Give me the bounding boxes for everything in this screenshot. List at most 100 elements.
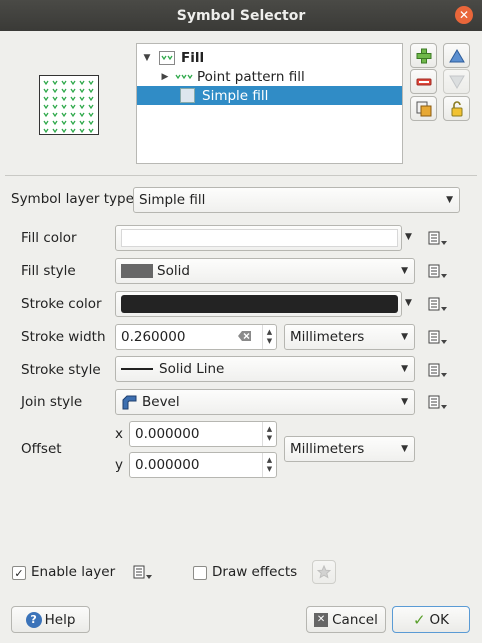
data-defined-icon xyxy=(428,395,447,409)
chevron-down-icon: ▼ xyxy=(446,195,453,205)
join-style-combo[interactable]: Bevel ▼ xyxy=(115,389,415,415)
chevron-down-icon: ▼ xyxy=(401,397,408,407)
draw-effects-label: Draw effects xyxy=(212,564,298,580)
move-down-button[interactable] xyxy=(443,69,470,94)
fill-color-button[interactable] xyxy=(115,225,402,251)
pattern-marker xyxy=(61,88,67,94)
lock-layer-button[interactable] xyxy=(443,96,470,121)
lock-icon xyxy=(451,100,462,116)
tree-root-fill[interactable]: ▼ Fill xyxy=(137,48,402,67)
stroke-width-unit-combo[interactable]: Millimeters ▼ xyxy=(284,324,415,350)
offset-label: Offset xyxy=(21,441,62,457)
pattern-marker xyxy=(88,96,94,102)
offset-x-spinbox[interactable]: 0.000000 ▲ ▼ xyxy=(129,421,277,447)
help-button[interactable]: ? Help xyxy=(11,606,90,633)
spin-arrows-icon[interactable]: ▲ ▼ xyxy=(262,453,276,477)
pattern-marker xyxy=(43,128,49,134)
pattern-marker xyxy=(61,128,67,134)
checkmark-icon: ✓ xyxy=(412,610,426,629)
pattern-marker xyxy=(70,80,76,86)
offset-y-spinbox[interactable]: 0.000000 ▲ ▼ xyxy=(129,452,277,478)
offset-x-label: x xyxy=(115,426,123,442)
chevron-down-icon: ▼ xyxy=(401,444,408,454)
chevron-down-icon: ▼ xyxy=(401,266,408,276)
stroke-color-button[interactable] xyxy=(115,291,402,317)
expand-arrow-icon[interactable]: ▼ xyxy=(141,53,153,63)
enable-layer-data-defined-button[interactable] xyxy=(132,564,154,582)
pattern-marker xyxy=(70,120,76,126)
spin-arrows-icon[interactable]: ▲ ▼ xyxy=(262,422,276,446)
stroke-color-dropdown-icon[interactable]: ▼ xyxy=(405,298,412,308)
fill-style-combo[interactable]: Solid ▼ xyxy=(115,258,415,284)
pattern-marker xyxy=(79,96,85,102)
symbol-layer-type-combo[interactable]: Simple fill ▼ xyxy=(133,187,460,213)
expand-arrow-icon[interactable]: ▶ xyxy=(159,72,171,82)
duplicate-layer-button[interactable] xyxy=(410,96,437,121)
stroke-width-data-defined-button[interactable] xyxy=(427,329,449,347)
data-defined-icon xyxy=(428,297,447,311)
pattern-marker xyxy=(70,104,76,110)
stroke-color-data-defined-button[interactable] xyxy=(427,296,449,314)
bevel-join-icon xyxy=(121,394,137,410)
offset-unit-combo[interactable]: Millimeters ▼ xyxy=(284,436,415,462)
solid-line-icon xyxy=(121,368,153,370)
pattern-marker xyxy=(61,112,67,118)
close-icon[interactable]: ✕ xyxy=(455,6,473,24)
move-up-icon xyxy=(448,48,465,62)
pattern-marker xyxy=(52,112,58,118)
move-up-button[interactable] xyxy=(443,43,470,68)
pattern-marker xyxy=(52,104,58,110)
tree-item-simple-fill[interactable]: Simple fill xyxy=(137,86,402,105)
fill-style-data-defined-button[interactable] xyxy=(427,263,449,281)
cancel-icon: ✕ xyxy=(314,612,329,627)
tree-root-label: Fill xyxy=(181,49,205,66)
pattern-marker xyxy=(52,88,58,94)
divider xyxy=(5,175,477,176)
stroke-style-combo[interactable]: Solid Line ▼ xyxy=(115,356,415,382)
point-pattern-icon xyxy=(175,73,193,81)
pattern-marker xyxy=(43,104,49,110)
pattern-marker xyxy=(88,112,94,118)
duplicate-layer-icon xyxy=(416,101,431,116)
pattern-marker xyxy=(61,80,67,86)
pattern-marker xyxy=(79,128,85,134)
pattern-marker xyxy=(70,112,76,118)
data-defined-icon xyxy=(428,330,447,344)
pattern-marker xyxy=(88,104,94,110)
add-layer-button[interactable] xyxy=(410,43,437,68)
help-label: Help xyxy=(44,611,76,628)
symbol-layer-tree[interactable]: ▼ Fill ▶ Point pattern fill Simple fill xyxy=(136,43,403,164)
data-defined-icon xyxy=(133,565,152,579)
chevron-down-icon: ▼ xyxy=(401,332,408,342)
chevron-down-icon: ▼ xyxy=(401,364,408,374)
help-icon: ? xyxy=(25,611,42,628)
pattern-marker xyxy=(43,112,49,118)
stroke-width-label: Stroke width xyxy=(21,329,106,345)
fill-style-label: Fill style xyxy=(21,263,76,279)
spin-arrows-icon[interactable]: ▲ ▼ xyxy=(262,325,276,349)
join-style-data-defined-button[interactable] xyxy=(427,394,449,412)
stroke-width-value: 0.260000 xyxy=(121,329,186,345)
tree-item-point-pattern-fill[interactable]: ▶ Point pattern fill xyxy=(137,67,402,86)
stroke-width-spinbox[interactable]: 0.260000 ▲ ▼ xyxy=(115,324,277,350)
ok-button[interactable]: ✓ OK xyxy=(392,606,470,633)
data-defined-icon xyxy=(428,264,447,278)
pattern-marker xyxy=(52,80,58,86)
data-defined-icon xyxy=(428,363,447,377)
stroke-color-label: Stroke color xyxy=(21,296,102,312)
pattern-marker xyxy=(52,128,58,134)
offset-y-label: y xyxy=(115,457,123,473)
pattern-marker xyxy=(88,80,94,86)
clear-icon[interactable] xyxy=(238,329,252,345)
cancel-button[interactable]: ✕ Cancel xyxy=(306,606,386,633)
remove-layer-button[interactable] xyxy=(410,69,437,94)
symbol-layer-type-value: Simple fill xyxy=(139,192,206,208)
fill-color-dropdown-icon[interactable]: ▼ xyxy=(405,232,412,242)
window-title: Symbol Selector xyxy=(176,7,306,24)
stroke-style-data-defined-button[interactable] xyxy=(427,362,449,380)
draw-effects-checkbox[interactable] xyxy=(193,566,207,580)
enable-layer-checkbox[interactable]: ✓ xyxy=(12,566,26,580)
fill-color-data-defined-button[interactable] xyxy=(427,230,449,248)
pattern-marker xyxy=(43,88,49,94)
effects-button[interactable] xyxy=(312,560,336,584)
